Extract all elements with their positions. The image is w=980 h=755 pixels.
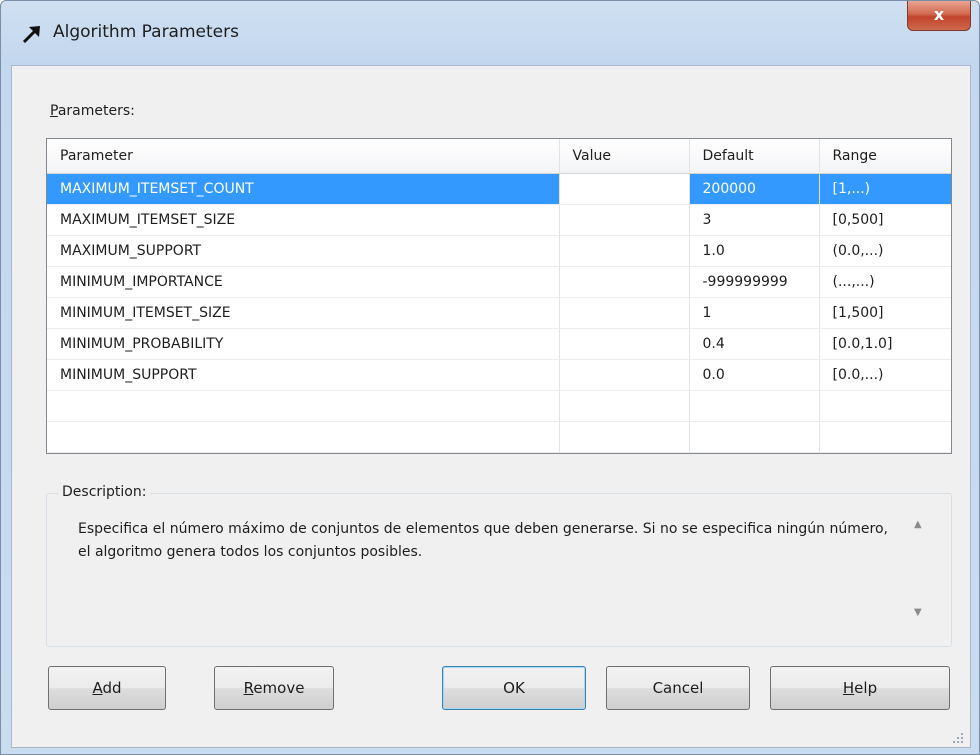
cell-default: 0.0 [689, 359, 820, 391]
ok-button-label: OK [503, 679, 525, 697]
cancel-button-label: Cancel [652, 679, 704, 697]
empty-cell [47, 421, 560, 453]
parameters-label: Parameters: [50, 103, 135, 119]
cell-value[interactable] [559, 173, 690, 205]
algorithm-parameters-dialog: Algorithm Parameters x Parameters: Param… [0, 0, 980, 755]
column-header-parameter[interactable]: Parameter [47, 139, 560, 174]
remove-button-label: emove [253, 679, 305, 697]
cell-parameter: MAXIMUM_SUPPORT [47, 235, 560, 267]
empty-cell [47, 390, 560, 422]
add-button[interactable]: Add [48, 666, 166, 710]
cancel-button[interactable]: Cancel [606, 666, 750, 710]
arrow-up-right-icon [22, 26, 40, 44]
window-title: Algorithm Parameters [53, 22, 239, 42]
cell-parameter: MINIMUM_SUPPORT [47, 359, 560, 391]
cell-value[interactable] [559, 204, 690, 236]
title-bar[interactable]: Algorithm Parameters x [1, 1, 979, 65]
remove-button[interactable]: Remove [214, 666, 334, 710]
cell-default: 1 [689, 297, 820, 329]
empty-cell [819, 390, 951, 422]
cell-value[interactable] [559, 235, 690, 267]
cell-range: (0.0,...) [819, 235, 951, 267]
parameters-table: Parameter Value Default Range MAXIMUM_IT… [47, 139, 951, 453]
parameters-label-rest: arameters: [57, 103, 135, 119]
close-icon: x [933, 5, 945, 24]
parameters-label-accelerator: P [50, 103, 58, 119]
description-group [46, 493, 952, 647]
empty-cell [559, 421, 690, 453]
cell-default: 200000 [689, 173, 820, 205]
cell-range: [1,...) [819, 173, 951, 205]
cell-range: [1,500] [819, 297, 951, 329]
cell-parameter: MAXIMUM_ITEMSET_COUNT [47, 173, 560, 205]
empty-cell [819, 421, 951, 453]
table-row[interactable]: MAXIMUM_ITEMSET_SIZE 3 [0,500] [47, 204, 951, 236]
table-row[interactable]: MINIMUM_ITEMSET_SIZE 1 [1,500] [47, 297, 951, 329]
column-header-value[interactable]: Value [559, 139, 690, 174]
column-header-range[interactable]: Range [819, 139, 951, 174]
cell-value[interactable] [559, 328, 690, 360]
dialog-client-area: Parameters: Parameter Value Default Rang… [11, 65, 971, 748]
description-label: Description: [58, 484, 151, 500]
cell-range: [0.0,...) [819, 359, 951, 391]
help-button-accelerator: H [842, 679, 855, 697]
empty-row [47, 390, 951, 422]
table-row[interactable]: MINIMUM_IMPORTANCE -999999999 (...,...) [47, 266, 951, 298]
cell-range: [0.0,1.0] [819, 328, 951, 360]
add-button-accelerator: A [92, 679, 103, 697]
cell-value[interactable] [559, 359, 690, 391]
cell-parameter: MINIMUM_IMPORTANCE [47, 266, 560, 298]
close-button[interactable]: x [907, 1, 971, 31]
table-row[interactable]: MAXIMUM_ITEMSET_COUNT 200000 [1,...) [47, 173, 951, 205]
cell-default: 3 [689, 204, 820, 236]
cell-value[interactable] [559, 266, 690, 298]
remove-button-accelerator: R [243, 679, 254, 697]
parameters-grid[interactable]: Parameter Value Default Range MAXIMUM_IT… [46, 138, 952, 454]
table-row[interactable]: MAXIMUM_SUPPORT 1.0 (0.0,...) [47, 235, 951, 267]
cell-parameter: MINIMUM_PROBABILITY [47, 328, 560, 360]
help-button-label: elp [854, 679, 878, 697]
column-header-default[interactable]: Default [689, 139, 820, 174]
empty-row [47, 421, 951, 453]
cell-parameter: MINIMUM_ITEMSET_SIZE [47, 297, 560, 329]
ok-button[interactable]: OK [442, 666, 586, 710]
cell-range: [0,500] [819, 204, 951, 236]
cell-default: -999999999 [689, 266, 820, 298]
empty-cell [689, 421, 820, 453]
help-button[interactable]: Help [770, 666, 950, 710]
resize-grip-icon[interactable] [951, 731, 965, 745]
cell-default: 0.4 [689, 328, 820, 360]
scroll-down-arrow-icon[interactable]: ▼ [914, 607, 922, 618]
header-row: Parameter Value Default Range [47, 139, 951, 174]
empty-cell [559, 390, 690, 422]
table-row[interactable]: MINIMUM_SUPPORT 0.0 [0.0,...) [47, 359, 951, 391]
cell-range: (...,...) [819, 266, 951, 298]
add-button-label: dd [102, 679, 122, 697]
cell-parameter: MAXIMUM_ITEMSET_SIZE [47, 204, 560, 236]
cell-value[interactable] [559, 297, 690, 329]
scroll-up-arrow-icon[interactable]: ▲ [914, 519, 922, 530]
cell-default: 1.0 [689, 235, 820, 267]
empty-cell [689, 390, 820, 422]
description-text: Especifica el número máximo de conjuntos… [78, 521, 888, 560]
table-row[interactable]: MINIMUM_PROBABILITY 0.4 [0.0,1.0] [47, 328, 951, 360]
